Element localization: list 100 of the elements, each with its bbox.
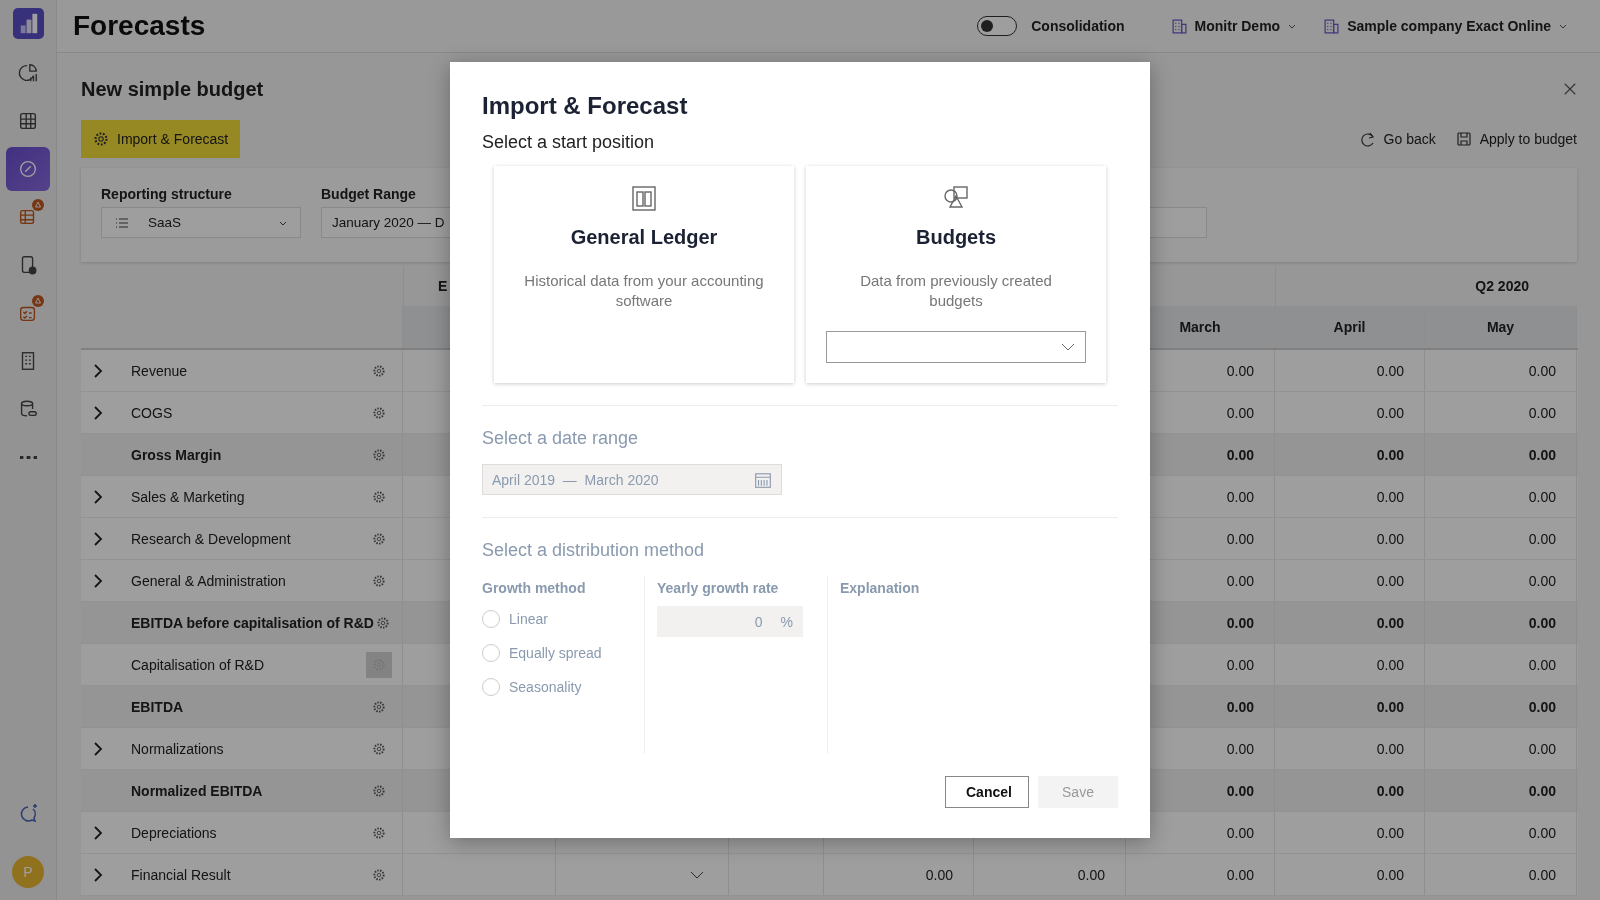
row-label: Financial Result [131,866,232,883]
settings-icon [372,447,386,462]
table-cell: 0.00 [1376,572,1404,589]
settings-icon [372,531,386,546]
expand-chevron-icon[interactable] [93,531,103,546]
field-label: Budget Range [321,186,416,202]
table-cell: 0.00 [1226,362,1254,379]
more-icon [19,455,37,459]
save-icon [1455,131,1472,147]
building-icon [1170,17,1188,35]
row-label: Normalizations [131,740,225,757]
cancel-button[interactable]: Cancel [945,776,1029,808]
pie-chart-icon [17,62,39,84]
import-forecast-button[interactable]: Import & Forecast [81,120,241,158]
company-selector[interactable]: Sample company Exact Online [1315,17,1576,35]
settings-icon [372,783,386,798]
budget-title: New simple budget [81,77,264,101]
gear-icon [93,131,109,147]
section-heading: Select a start position [482,131,656,154]
expand-chevron-icon[interactable] [93,573,103,588]
budget-select[interactable] [826,331,1086,363]
table-cell: 0.00 [1376,488,1404,505]
app-logo[interactable] [12,8,44,39]
settings-icon [372,489,386,504]
table-cell: 0.00 [1226,530,1254,547]
calendar-icon [754,470,772,489]
row-label: Revenue [131,362,189,379]
expand-chevron-icon[interactable] [93,489,103,504]
toggle-label: Consolidation [1031,18,1125,34]
table-cell: 0.00 [1226,698,1254,715]
row-label: Depreciations [131,824,218,841]
row-label: Capitalisation of R&D [131,656,266,673]
settings-icon [372,363,386,378]
column-label: Yearly growth rate [657,580,780,598]
field-label: Reporting structure [101,186,232,202]
structure-select[interactable]: SaaS [101,207,301,238]
table-cell: 0.00 [1528,782,1556,799]
expand-chevron-icon[interactable] [93,405,103,420]
table-cell: 0.00 [1376,362,1404,379]
row-label: Normalized EBITDA [131,782,264,799]
dropdown-chevron-icon[interactable] [690,870,704,879]
toolbar-button[interactable]: Apply to budget [1455,131,1577,147]
expand-chevron-icon[interactable] [93,825,103,840]
compass-icon [17,158,39,180]
table-cell: 0.00 [1528,698,1556,715]
card-title: General Ledger [570,226,718,249]
row-label: Gross Margin [131,446,223,463]
nav-item[interactable] [6,147,50,191]
card-description: Historical data from your accounting software [524,271,764,311]
table-cell: 0.00 [1226,824,1254,841]
source-card[interactable]: General Ledger Historical data from your accounting software [494,166,794,383]
table-cell: 0.00 [1226,866,1254,883]
table-cell: 0.00 [925,866,953,883]
building-icon [1323,17,1341,35]
table-cell: 0.00 [1226,488,1254,505]
source-card[interactable]: Budgets Data from previously created budgets [806,166,1106,383]
table-cell: 0.00 [1528,656,1556,673]
table-cell: 0.00 [1528,824,1556,841]
table-cell: 0.00 [1376,656,1404,673]
row-label: Research & Development [131,530,292,547]
table-cell: 0.00 [1528,614,1556,631]
table-cell: 0.00 [1528,530,1556,547]
table-cell: 0.00 [1226,446,1254,463]
table-cell: 0.00 [1226,404,1254,421]
table-cell: 0.00 [1376,866,1404,883]
row-label: EBITDA [131,698,185,715]
page-title: Forecasts [73,10,206,42]
settings-icon [372,741,386,756]
grid-icon [17,110,39,132]
consolidation-toggle[interactable] [977,16,1018,36]
table-cell: 0.00 [1376,530,1404,547]
column-group-header: E [438,278,448,294]
row-label: EBITDA before capitalisation of R&D [131,614,374,631]
column-header: April [1333,319,1366,335]
settings-icon [372,699,386,714]
section-heading: Select a distribution method [482,539,706,562]
close-icon[interactable] [1563,82,1577,96]
card-title: Budgets [916,226,996,249]
toolbar-button[interactable]: Go back [1359,131,1436,147]
table-cell: 0.00 [1376,446,1404,463]
expand-chevron-icon[interactable] [93,867,103,882]
table-cell: 0.00 [1528,488,1556,505]
table-cell: 0.00 [1226,782,1254,799]
expand-chevron-icon[interactable] [93,363,103,378]
row-label: COGS [131,404,174,421]
table-cell: 0.00 [1528,362,1556,379]
column-label: Explanation [840,580,920,598]
columns-icon [630,184,658,212]
table-cell: 0.00 [1226,614,1254,631]
table-cell: 0.00 [1226,656,1254,673]
table-cell: 0.00 [1376,824,1404,841]
expand-chevron-icon[interactable] [93,741,103,756]
company-selector[interactable]: Monitr Demo [1162,17,1306,35]
settings-icon [372,867,386,882]
redo-arrow-icon [1359,131,1376,147]
column-header: March [1179,319,1221,335]
table-cell: 0.00 [1376,614,1404,631]
table-cell: 0.00 [1226,740,1254,757]
settings-icon [372,405,386,420]
chevron-down-icon [1061,343,1075,351]
